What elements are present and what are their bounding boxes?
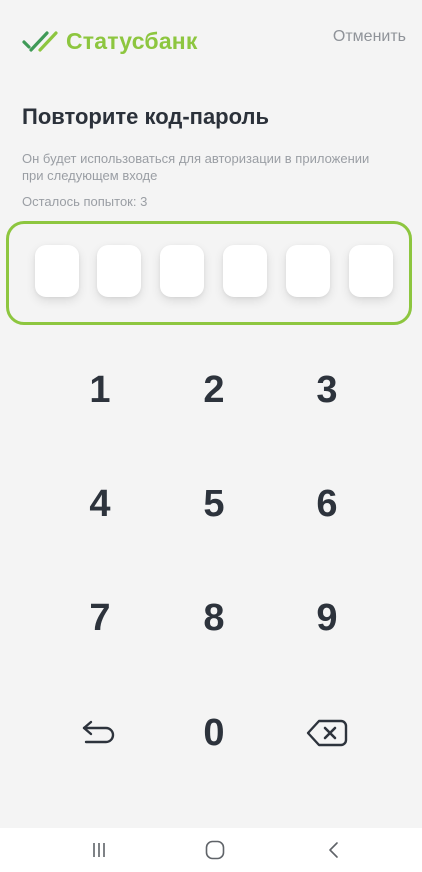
key-2[interactable]: 2	[159, 345, 269, 435]
recent-apps-icon	[93, 843, 105, 857]
key-4[interactable]: 4	[45, 459, 155, 549]
key-0[interactable]: 0	[159, 688, 269, 778]
backspace-button[interactable]	[272, 688, 382, 778]
brand-logo: Статусбанк	[22, 28, 198, 55]
brand-logo-icon	[22, 30, 58, 52]
code-digit-box-3	[160, 245, 204, 297]
back-arrow-icon	[82, 720, 115, 744]
system-navbar	[0, 828, 422, 872]
back-arrow-button[interactable]	[45, 688, 155, 778]
home-button[interactable]	[175, 828, 255, 872]
header: Статусбанк Отменить	[0, 0, 422, 80]
key-1[interactable]: 1	[45, 345, 155, 435]
backspace-icon	[306, 719, 348, 747]
code-digit-box-4	[223, 245, 267, 297]
home-icon	[205, 840, 225, 860]
attempts-remaining: Осталось попыток: 3	[22, 194, 148, 209]
key-7[interactable]: 7	[45, 573, 155, 663]
code-digit-box-1	[35, 245, 79, 297]
brand-name: Статусбанк	[66, 28, 198, 54]
cancel-button[interactable]: Отменить	[333, 28, 406, 46]
page-subtitle: Он будет использоваться для авторизации …	[22, 151, 370, 183]
key-5[interactable]: 5	[159, 459, 269, 549]
key-9[interactable]: 9	[272, 573, 382, 663]
key-8[interactable]: 8	[159, 573, 269, 663]
nav-back-button[interactable]	[294, 828, 374, 872]
page-title: Повторите код-пароль	[22, 104, 270, 129]
key-6[interactable]: 6	[272, 459, 382, 549]
code-digit-box-5	[286, 245, 330, 297]
back-icon	[329, 842, 338, 858]
recent-apps-button[interactable]	[59, 828, 139, 872]
code-digit-box-2	[97, 245, 141, 297]
code-digit-box-6	[349, 245, 393, 297]
key-3[interactable]: 3	[272, 345, 382, 435]
